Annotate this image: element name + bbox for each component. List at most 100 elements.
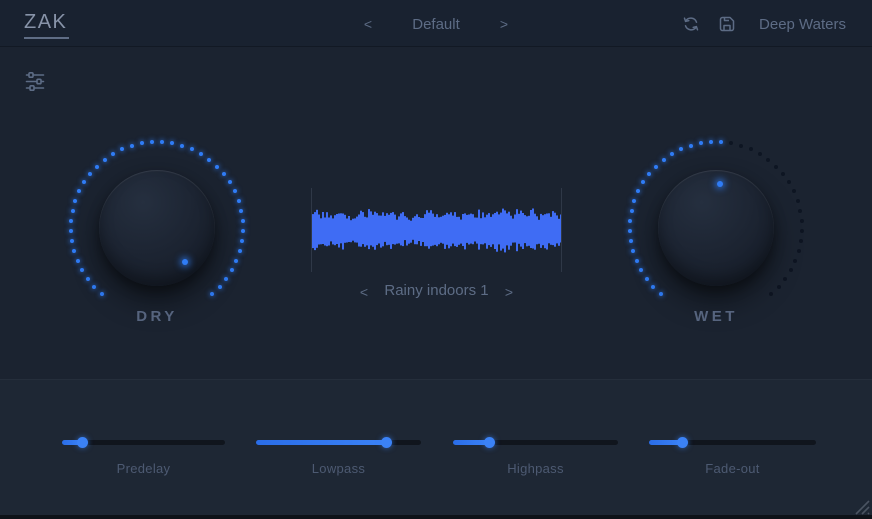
ring-dot bbox=[99, 291, 104, 296]
ring-dot bbox=[77, 189, 82, 194]
ring-dot bbox=[80, 268, 85, 273]
ring-dot bbox=[757, 152, 762, 157]
ring-dot bbox=[679, 147, 684, 152]
ring-dot bbox=[237, 249, 242, 254]
ring-dot bbox=[729, 141, 734, 146]
ring-dot bbox=[102, 157, 107, 162]
dry-knob-indicator bbox=[182, 258, 189, 265]
preset-browser: < Default > bbox=[358, 14, 514, 34]
ring-dot bbox=[799, 219, 804, 224]
ring-dot bbox=[670, 152, 675, 157]
bank-name: Deep Waters bbox=[759, 15, 846, 33]
ir-browser: < Rainy indoors 1 > bbox=[311, 282, 562, 302]
preset-prev-button[interactable]: < bbox=[358, 14, 378, 34]
waveform bbox=[311, 188, 562, 272]
refresh-icon[interactable] bbox=[681, 14, 701, 34]
ring-dot bbox=[646, 172, 651, 177]
ring-dot bbox=[217, 284, 222, 289]
wet-knob-label: WET bbox=[694, 308, 738, 325]
ring-dot bbox=[222, 172, 227, 177]
ring-dot bbox=[120, 147, 125, 152]
ring-dot bbox=[82, 180, 87, 185]
ring-dot bbox=[769, 291, 774, 296]
predelay-slider-thumb[interactable] bbox=[76, 437, 88, 448]
ring-dot bbox=[189, 147, 194, 152]
fadeout-slider: Fade-out bbox=[649, 436, 816, 482]
ring-dot bbox=[70, 208, 75, 213]
waveform-bar bbox=[560, 214, 561, 243]
save-icon[interactable] bbox=[717, 14, 737, 34]
ring-dot bbox=[210, 291, 215, 296]
ring-dot bbox=[92, 284, 97, 289]
ring-dot bbox=[766, 157, 771, 162]
highpass-slider-thumb[interactable] bbox=[484, 437, 496, 448]
ring-dot bbox=[788, 268, 793, 273]
ring-dot bbox=[73, 199, 78, 203]
ring-dot bbox=[708, 140, 713, 145]
wet-knob-dial[interactable] bbox=[658, 170, 774, 286]
filter-settings-icon[interactable] bbox=[25, 71, 45, 92]
ring-dot bbox=[776, 284, 781, 289]
window-bottom-edge bbox=[0, 515, 872, 519]
ir-next-button[interactable]: > bbox=[499, 282, 519, 302]
ring-dot bbox=[139, 141, 144, 146]
preset-name[interactable]: Default bbox=[412, 16, 460, 33]
ring-dot bbox=[198, 152, 203, 157]
fadeout-slider-label: Fade-out bbox=[705, 461, 760, 476]
preset-next-button[interactable]: > bbox=[494, 14, 514, 34]
ring-dot bbox=[629, 239, 634, 244]
fadeout-slider-track[interactable] bbox=[649, 437, 816, 448]
dry-knob-label: DRY bbox=[136, 308, 178, 325]
app-logo: ZAK bbox=[24, 11, 70, 39]
lowpass-slider-track[interactable] bbox=[256, 437, 421, 448]
ring-dot bbox=[72, 249, 77, 254]
ring-dot bbox=[240, 219, 245, 224]
lowpass-slider-fill bbox=[256, 440, 387, 445]
ring-dot bbox=[795, 199, 800, 203]
dry-knob-dial[interactable] bbox=[99, 170, 215, 286]
ring-dot bbox=[781, 172, 786, 177]
ring-dot bbox=[229, 268, 234, 273]
ring-dot bbox=[69, 229, 74, 234]
predelay-slider: Predelay bbox=[62, 436, 225, 482]
ring-dot bbox=[85, 276, 90, 281]
ring-dot bbox=[661, 157, 666, 162]
lowpass-slider: Lowpass bbox=[256, 436, 421, 482]
ring-dot bbox=[75, 259, 80, 264]
ring-dot bbox=[234, 259, 239, 264]
ring-dot bbox=[651, 284, 656, 289]
ring-dot bbox=[70, 239, 75, 244]
ring-dot bbox=[634, 259, 639, 264]
ring-dot bbox=[783, 276, 788, 281]
ring-dot bbox=[631, 249, 636, 254]
ring-dot bbox=[180, 143, 185, 148]
ring-dot bbox=[232, 189, 237, 194]
ring-dot bbox=[774, 164, 779, 169]
top-bar: ZAK < Default > Deep Waters bbox=[0, 0, 872, 47]
ring-dot bbox=[129, 143, 134, 148]
resize-grip-icon[interactable] bbox=[850, 495, 870, 515]
lowpass-slider-thumb[interactable] bbox=[381, 437, 393, 448]
ring-dot bbox=[69, 219, 74, 224]
ring-dot bbox=[149, 140, 154, 145]
ring-dot bbox=[799, 229, 804, 234]
ring-dot bbox=[739, 143, 744, 148]
ring-dot bbox=[227, 180, 232, 185]
fadeout-slider-thumb[interactable] bbox=[677, 437, 689, 448]
dry-knob: DRY bbox=[42, 113, 272, 343]
ring-dot bbox=[629, 208, 634, 213]
ring-dot bbox=[798, 208, 803, 213]
ring-dot bbox=[791, 189, 796, 194]
ring-dot bbox=[239, 208, 244, 213]
ring-dot bbox=[698, 141, 703, 146]
ring-dot bbox=[658, 291, 663, 296]
ring-dot bbox=[224, 276, 229, 281]
ring-dot bbox=[639, 268, 644, 273]
ring-dot bbox=[636, 189, 641, 194]
ring-dot bbox=[239, 239, 244, 244]
ring-dot bbox=[160, 140, 165, 145]
highpass-slider-track[interactable] bbox=[453, 437, 618, 448]
predelay-slider-track[interactable] bbox=[62, 437, 225, 448]
ring-dot bbox=[240, 229, 245, 234]
ring-dot bbox=[719, 140, 724, 145]
